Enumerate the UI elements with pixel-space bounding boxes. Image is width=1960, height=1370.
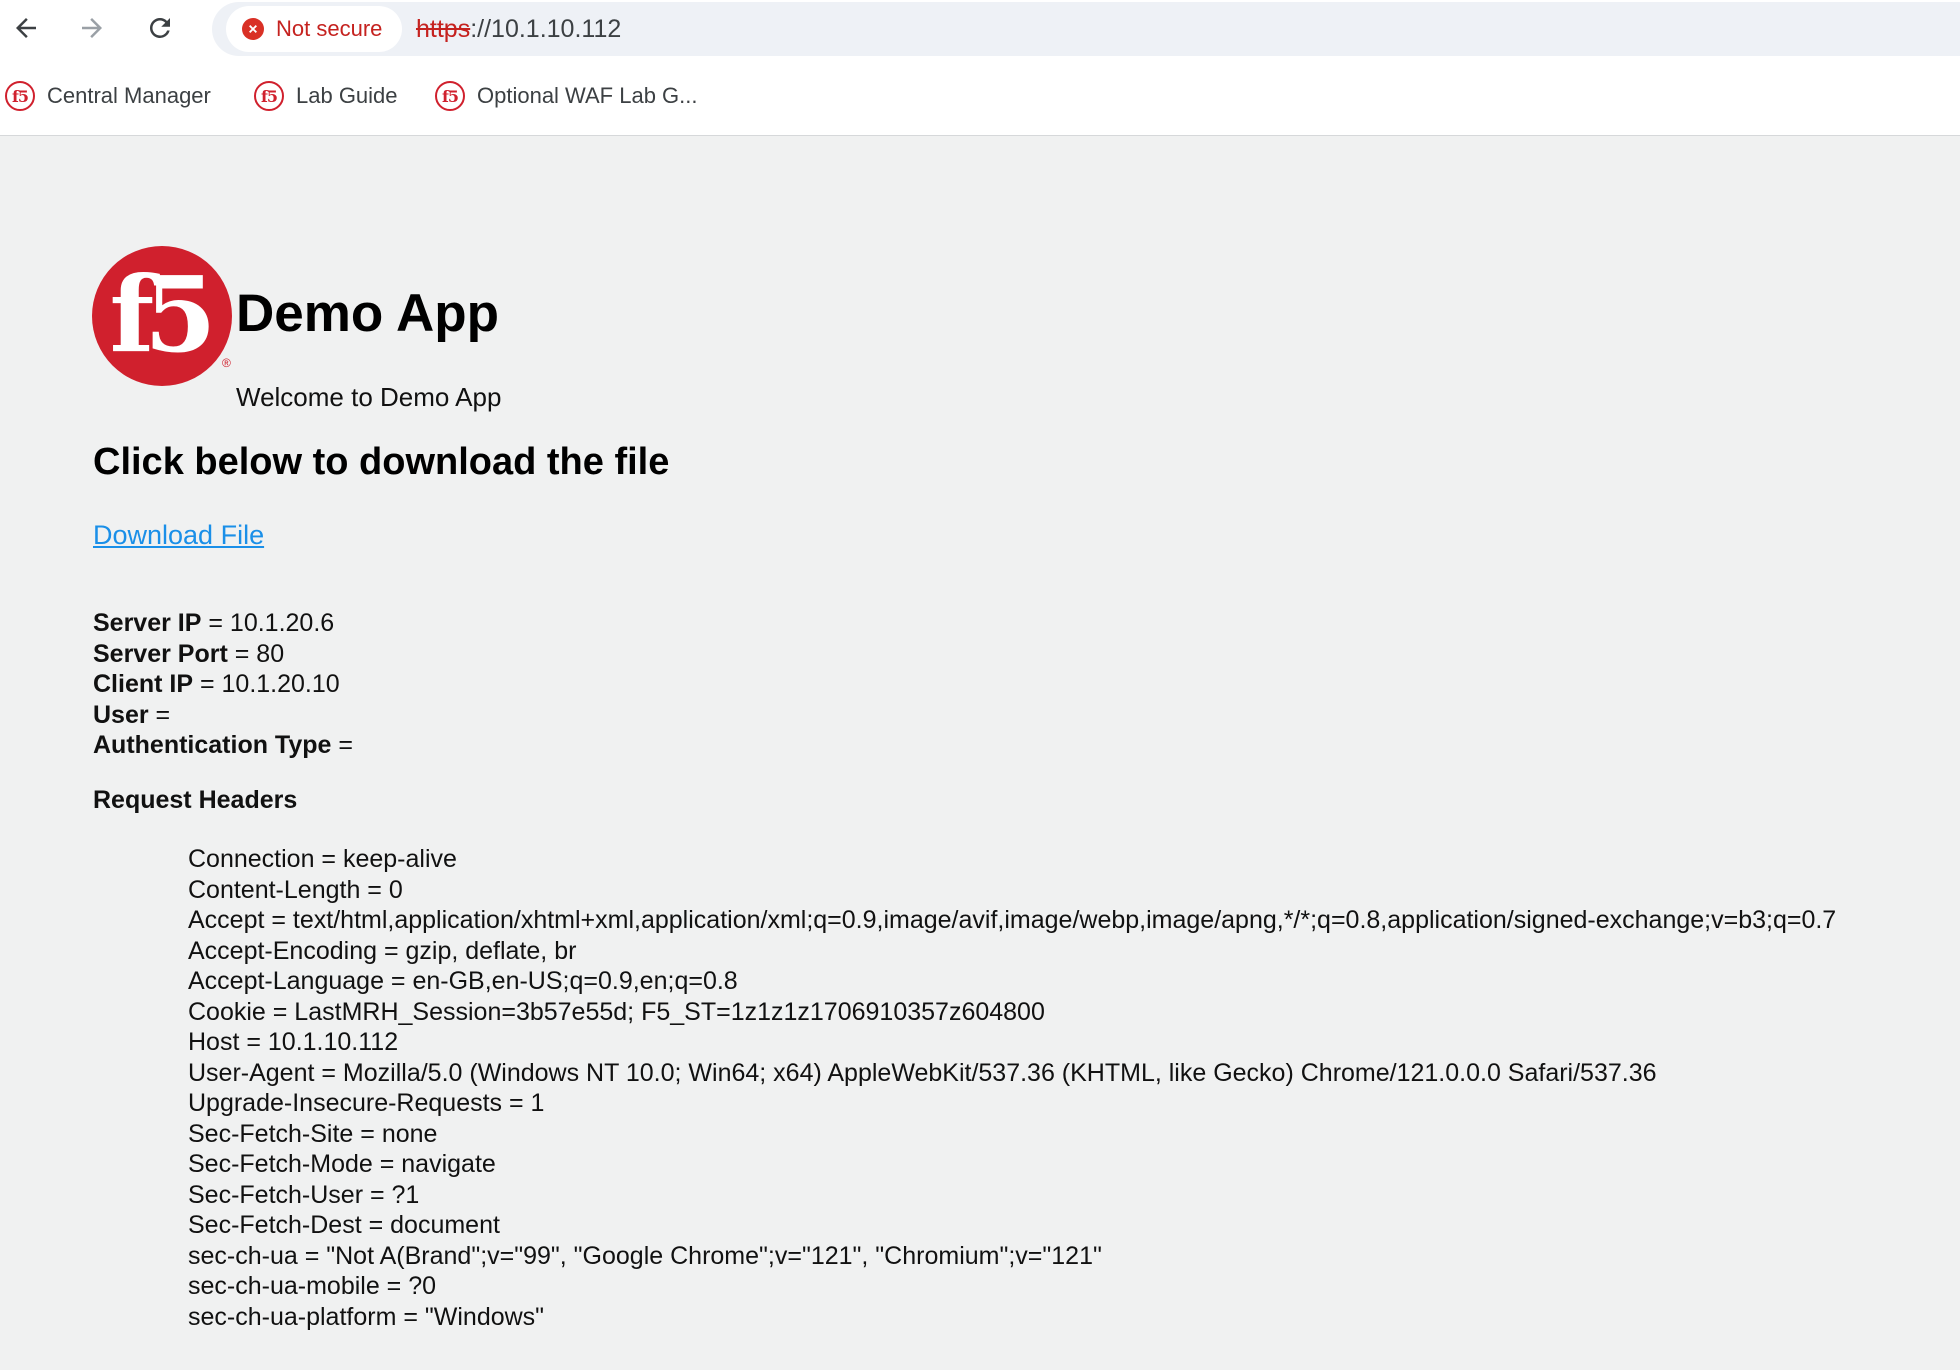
arrow-right-icon	[82, 18, 102, 38]
info-value: = 80	[227, 639, 285, 668]
bookmarks-bar: f5 Central Manager f5 Lab Guide f5 Optio…	[0, 58, 1960, 136]
header-line: Connection = keep-alive	[188, 845, 457, 873]
bookmark-lab-guide[interactable]: f5 Lab Guide	[254, 78, 398, 114]
page-title: Demo App	[236, 284, 500, 343]
bookmark-central-manager[interactable]: f5 Central Manager	[5, 78, 211, 114]
header-line: sec-ch-ua = "Not A(Brand";v="99", "Googl…	[188, 1241, 1102, 1270]
f5-logo-icon: f5	[254, 81, 284, 111]
welcome-text: Welcome to Demo App	[236, 382, 502, 412]
info-value: =	[331, 731, 353, 759]
header-line: Accept = text/html,application/xhtml+xml…	[188, 906, 1837, 934]
header-line: sec-ch-ua-mobile = ?0	[188, 1272, 437, 1300]
url-protocol: https	[416, 15, 471, 43]
security-label: Not secure	[276, 16, 383, 41]
forward-button[interactable]	[70, 6, 114, 50]
info-row-server-port: Server Port = 80	[93, 639, 353, 670]
info-row-client-ip: Client IP = 10.1.20.10	[93, 669, 353, 700]
url-host: ://10.1.10.112	[470, 15, 622, 43]
header-line: Host = 10.1.10.112	[188, 1028, 399, 1056]
header-line: Sec-Fetch-Site = none	[188, 1119, 438, 1148]
info-key: Server Port	[93, 639, 228, 668]
page-content: f5 ® Demo App Welcome to Demo App Click …	[0, 136, 1960, 1370]
download-file-link[interactable]: Download File	[93, 520, 264, 551]
request-headers-title: Request Headers	[93, 786, 298, 814]
connection-info: Server IP = 10.1.20.6 Server Port = 80 C…	[93, 608, 353, 761]
reload-icon	[149, 17, 170, 38]
not-secure-icon	[242, 18, 264, 40]
bookmark-label: Lab Guide	[296, 83, 398, 108]
header-line: Accept-Encoding = gzip, deflate, br	[188, 936, 577, 965]
header-line: sec-ch-ua-platform = "Windows"	[188, 1302, 545, 1331]
security-indicator[interactable]: Not secure	[226, 6, 403, 52]
info-value: = 10.1.20.6	[201, 609, 335, 637]
info-key: User	[93, 700, 149, 729]
info-row-auth-type: Authentication Type =	[93, 730, 353, 761]
header-line: Accept-Language = en-GB,en-US;q=0.9,en;q…	[188, 967, 738, 995]
info-row-server-ip: Server IP = 10.1.20.6	[93, 608, 353, 639]
header-line: Sec-Fetch-User = ?1	[188, 1180, 420, 1209]
bookmark-optional-waf-lab[interactable]: f5 Optional WAF Lab G...	[435, 78, 698, 114]
bookmark-label: Central Manager	[47, 83, 211, 108]
header-line: Cookie = LastMRH_Session=3b57e55d; F5_ST…	[188, 997, 1045, 1026]
f5-logo-icon: f5	[5, 81, 35, 111]
f5-logo-icon: f5	[435, 81, 465, 111]
info-key: Client IP	[93, 670, 194, 698]
download-heading: Click below to download the file	[93, 441, 670, 483]
f5-logo: f5	[92, 246, 232, 386]
address-bar[interactable]: Not secure https://10.1.10.112	[212, 2, 1960, 56]
request-headers-list: Connection = keep-alive Content-Length =…	[188, 844, 1836, 1332]
header-line: Upgrade-Insecure-Requests = 1	[188, 1089, 545, 1117]
arrow-left-icon	[16, 18, 36, 38]
browser-toolbar: Not secure https://10.1.10.112	[0, 0, 1960, 58]
url-text[interactable]: https://10.1.10.112	[416, 15, 621, 44]
header-line: User-Agent = Mozilla/5.0 (Windows NT 10.…	[188, 1058, 1657, 1087]
reload-button[interactable]	[138, 6, 182, 50]
bookmark-label: Optional WAF Lab G...	[477, 83, 698, 108]
info-value: = 10.1.20.10	[193, 670, 340, 698]
header-line: Content-Length = 0	[188, 875, 403, 904]
header-line: Sec-Fetch-Dest = document	[188, 1211, 500, 1239]
back-button[interactable]	[4, 6, 48, 50]
info-row-user: User =	[93, 700, 353, 731]
registered-mark: ®	[222, 356, 231, 370]
logo-text: f5	[109, 252, 216, 376]
info-value: =	[148, 700, 171, 729]
info-key: Authentication Type	[93, 731, 332, 759]
header-line: Sec-Fetch-Mode = navigate	[188, 1150, 496, 1178]
info-key: Server IP	[93, 609, 202, 637]
